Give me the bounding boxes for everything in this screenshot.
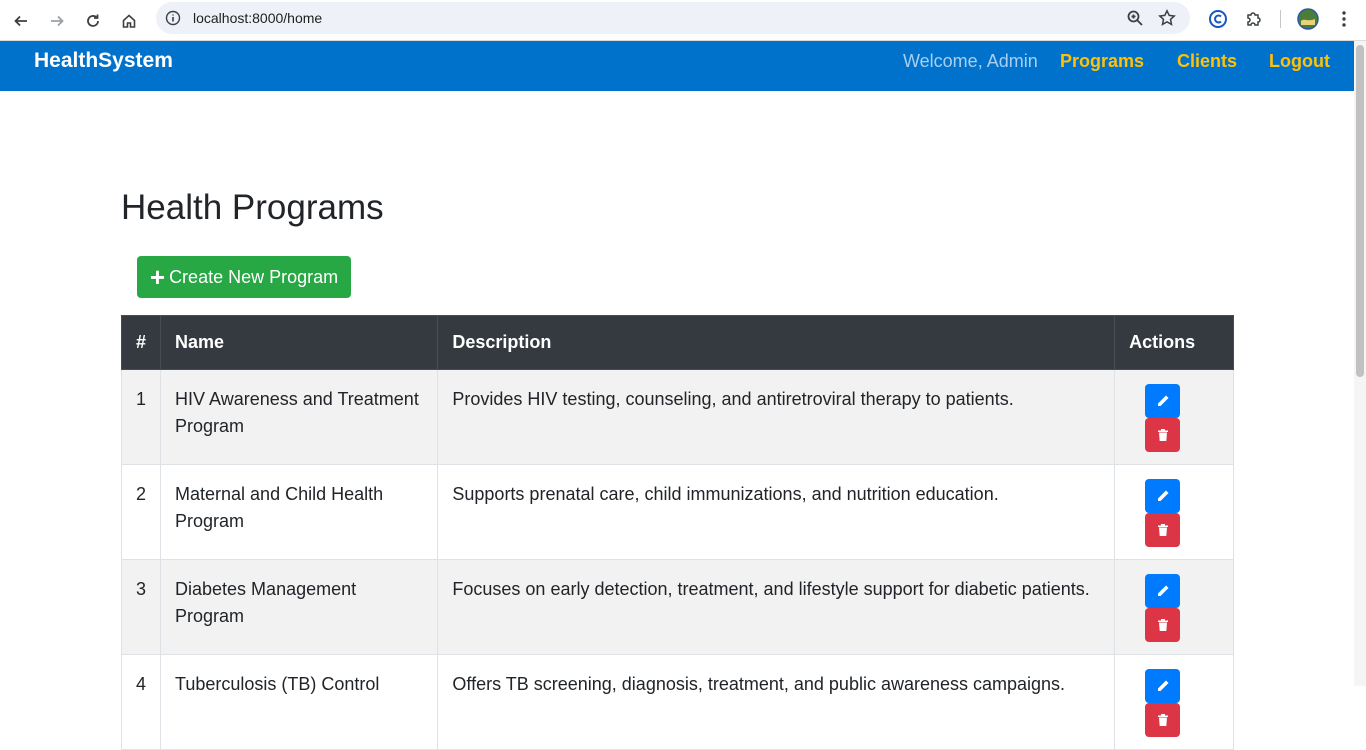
home-icon bbox=[122, 14, 136, 28]
table-row: 1 HIV Awareness and Treatment Program Pr… bbox=[120, 369, 1234, 465]
create-program-button[interactable]: + Create New Program bbox=[137, 256, 351, 298]
welcome-text: Welcome, Admin bbox=[903, 51, 1038, 71]
row-number: 3 bbox=[120, 559, 162, 655]
page-title: Health Programs bbox=[121, 188, 384, 227]
browser-toolbar: localhost:8000/home bbox=[0, 0, 1366, 41]
program-name: Maternal and Child Health Program bbox=[160, 464, 439, 560]
scrollbar-thumb[interactable] bbox=[1356, 45, 1364, 377]
back-button[interactable] bbox=[8, 8, 34, 34]
profile-button[interactable] bbox=[1297, 8, 1319, 30]
program-name: Diabetes Management Program bbox=[160, 559, 439, 655]
trash-icon bbox=[1157, 714, 1168, 726]
row-actions bbox=[1114, 654, 1234, 750]
delete-button[interactable] bbox=[1145, 608, 1181, 642]
app-navbar: HealthSystem Welcome, Admin Programs Cli… bbox=[0, 41, 1354, 91]
table-row: 2 Maternal and Child Health Program Supp… bbox=[120, 464, 1234, 560]
row-actions bbox=[1114, 464, 1234, 560]
forward-button[interactable] bbox=[44, 8, 70, 34]
arrow-right-icon bbox=[51, 15, 64, 27]
url-text: localhost:8000/home bbox=[193, 10, 323, 26]
header-number: # bbox=[120, 315, 162, 370]
header-description: Description bbox=[437, 315, 1116, 370]
bookmark-star-icon[interactable] bbox=[1158, 9, 1176, 27]
program-name: Tuberculosis (TB) Control bbox=[160, 654, 439, 750]
nav-link-clients[interactable]: Clients bbox=[1177, 51, 1237, 72]
edit-button[interactable] bbox=[1145, 574, 1181, 608]
pencil-icon bbox=[1157, 395, 1169, 406]
address-bar[interactable]: localhost:8000/home bbox=[156, 2, 1190, 34]
pencil-icon bbox=[1157, 490, 1169, 501]
avatar-icon bbox=[1297, 8, 1319, 30]
header-name: Name bbox=[160, 315, 439, 370]
row-number: 2 bbox=[120, 464, 162, 560]
trash-icon bbox=[1157, 619, 1168, 631]
programs-table: # Name Description Actions 1 HIV Awarene… bbox=[120, 315, 1234, 750]
copyright-extension-icon bbox=[1209, 10, 1227, 28]
edit-button[interactable] bbox=[1145, 669, 1181, 703]
header-actions: Actions bbox=[1114, 315, 1234, 370]
table-row: 3 Diabetes Management Program Focuses on… bbox=[120, 559, 1234, 655]
pencil-icon bbox=[1157, 680, 1169, 691]
program-description: Offers TB screening, diagnosis, treatmen… bbox=[437, 654, 1116, 750]
create-program-label: Create New Program bbox=[169, 266, 339, 287]
page-scrollbar[interactable] bbox=[1354, 41, 1366, 686]
row-number: 1 bbox=[120, 369, 162, 465]
row-actions bbox=[1114, 559, 1234, 655]
pencil-icon bbox=[1157, 585, 1169, 596]
nav-link-programs[interactable]: Programs bbox=[1060, 51, 1144, 72]
delete-button[interactable] bbox=[1145, 703, 1181, 737]
toolbar-separator bbox=[1280, 10, 1281, 28]
edit-button[interactable] bbox=[1145, 384, 1181, 418]
delete-button[interactable] bbox=[1145, 418, 1181, 452]
program-name: HIV Awareness and Treatment Program bbox=[160, 369, 439, 465]
row-number: 4 bbox=[120, 654, 162, 750]
extensions-button[interactable] bbox=[1243, 8, 1265, 30]
table-row: 4 Tuberculosis (TB) Control Offers TB sc… bbox=[120, 654, 1234, 750]
nav-link-logout[interactable]: Logout bbox=[1269, 51, 1330, 72]
extension-c-button[interactable] bbox=[1207, 8, 1229, 30]
menu-button[interactable] bbox=[1333, 8, 1355, 30]
program-description: Provides HIV testing, counseling, and an… bbox=[437, 369, 1116, 465]
plus-icon: + bbox=[149, 262, 166, 292]
kebab-menu-icon bbox=[1342, 11, 1346, 27]
brand-logo[interactable]: HealthSystem bbox=[34, 49, 173, 73]
arrow-left-icon bbox=[14, 15, 27, 27]
table-header-row: # Name Description Actions bbox=[120, 315, 1234, 370]
program-description: Focuses on early detection, treatment, a… bbox=[437, 559, 1116, 655]
reload-icon bbox=[87, 14, 99, 27]
program-description: Supports prenatal care, child immunizati… bbox=[437, 464, 1116, 560]
trash-icon bbox=[1157, 524, 1168, 536]
info-icon[interactable] bbox=[165, 10, 181, 26]
home-button[interactable] bbox=[116, 8, 142, 34]
trash-icon bbox=[1157, 429, 1168, 441]
reload-button[interactable] bbox=[80, 8, 106, 34]
edit-button[interactable] bbox=[1145, 479, 1181, 513]
zoom-icon[interactable] bbox=[1126, 9, 1144, 27]
puzzle-icon bbox=[1247, 12, 1261, 26]
row-actions bbox=[1114, 369, 1234, 465]
delete-button[interactable] bbox=[1145, 513, 1181, 547]
